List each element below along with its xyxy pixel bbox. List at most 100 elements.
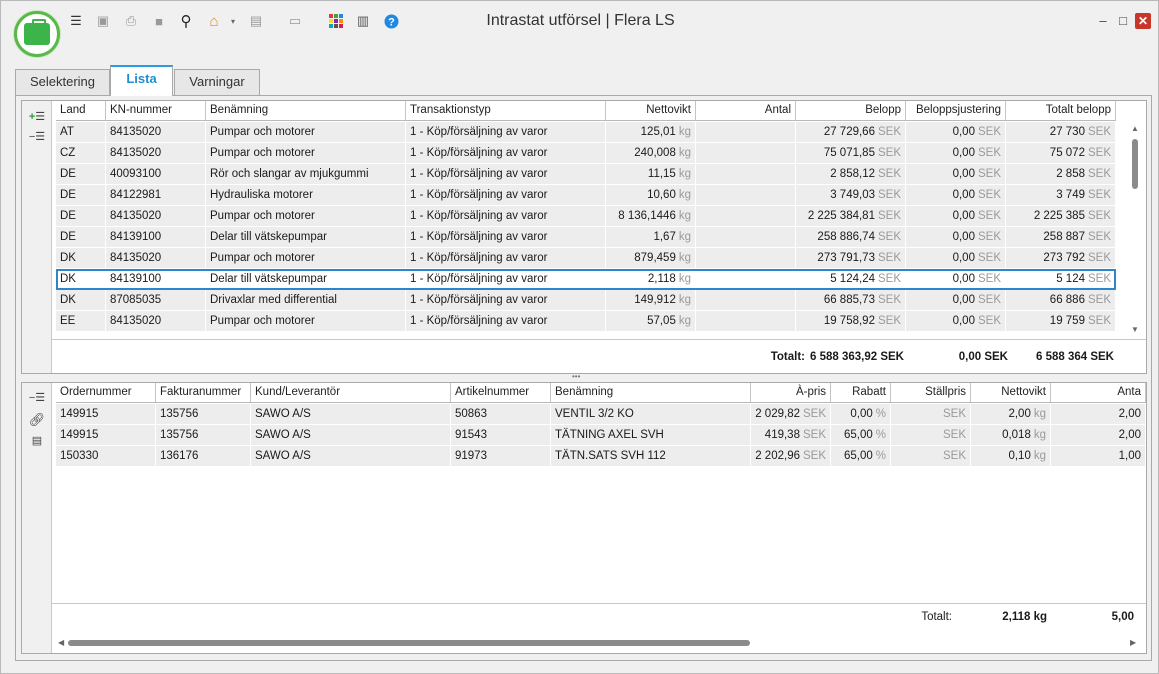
tab-varningar[interactable]: Varningar: [174, 69, 260, 95]
table-row[interactable]: DE 40093100 Rör och slangar av mjukgummi 1 …: [56, 164, 1116, 185]
column-header[interactable]: Belopp: [796, 101, 906, 120]
table-row[interactable]: 150330 136176 SAWO A/S 91973 TÄTN.SATS SVH 1…: [56, 446, 1146, 467]
stop-icon[interactable]: ■: [151, 13, 167, 29]
expand-all-icon[interactable]: +☰: [28, 110, 46, 126]
column-header[interactable]: À-pris: [751, 383, 831, 402]
column-header[interactable]: Kund/Leverantör: [251, 383, 451, 402]
table-row[interactable]: DK 87085035 Drivaxlar med differential 1 - …: [56, 290, 1116, 311]
window-title: Intrastat utförsel | Flera LS: [486, 12, 675, 29]
tab-lista[interactable]: Lista: [110, 65, 173, 96]
table-cell: 1 - Köp/försäljning av varor: [406, 206, 606, 226]
table-row[interactable]: 149915 135756 SAWO A/S 91543 TÄTNING AXEL SV…: [56, 425, 1146, 446]
bottom-horizontal-scrollbar[interactable]: ◀ ▶: [56, 637, 1142, 649]
column-header[interactable]: Anta: [1051, 383, 1146, 402]
grid-icon[interactable]: [328, 13, 344, 29]
table-cell: 66 886 SEK: [1006, 290, 1116, 310]
scroll-right-icon[interactable]: ▶: [1130, 638, 1136, 647]
column-header[interactable]: Rabatt: [831, 383, 891, 402]
cell-value: 2,118: [647, 273, 676, 285]
table-cell: 50863: [451, 404, 551, 424]
cell-value: 66 886: [1049, 294, 1085, 306]
table-cell: 2 029,82 SEK: [751, 404, 831, 424]
table-row[interactable]: DK 84135020 Pumpar och motorer 1 - Köp/förs…: [56, 248, 1116, 269]
column-header[interactable]: Benämning: [206, 101, 406, 120]
table-cell: 19 759 SEK: [1006, 311, 1116, 331]
scroll-up-icon[interactable]: ▲: [1131, 124, 1139, 133]
table-cell: 19 758,92 SEK: [796, 311, 906, 331]
collapse-all-icon[interactable]: −☰: [28, 130, 46, 146]
cell-value: 0,00: [952, 147, 975, 159]
link-icon[interactable]: 🔗︎: [28, 412, 46, 428]
title-bar: Intrastat utförsel | Flera LS ☰ ▣ ⎙ ■ ⚲ …: [1, 1, 1158, 47]
table-cell: 0,00 SEK: [906, 206, 1006, 226]
home-icon[interactable]: ⌂: [206, 13, 222, 30]
column-header[interactable]: Totalt belopp: [1006, 101, 1116, 120]
top-totals-belopp: 6 588 363,92 SEK: [810, 351, 904, 363]
column-header[interactable]: Antal: [696, 101, 796, 120]
cell-value: 0,00: [952, 189, 975, 201]
column-header[interactable]: Artikelnummer: [451, 383, 551, 402]
help-icon[interactable]: ?: [383, 13, 399, 29]
table-cell: 1 - Köp/försäljning av varor: [406, 164, 606, 184]
app-logo-icon[interactable]: [14, 11, 60, 57]
book-icon[interactable]: ▥: [355, 13, 371, 29]
document-list-icon[interactable]: ▤: [28, 434, 46, 450]
cell-value: 75 072: [1049, 147, 1085, 159]
table-row[interactable]: EE 84135020 Pumpar och motorer 1 - Köp/förs…: [56, 311, 1116, 332]
column-header[interactable]: Nettovikt: [606, 101, 696, 120]
column-header[interactable]: KN-nummer: [106, 101, 206, 120]
table-row[interactable]: DE 84139100 Delar till vätskepumpar 1 - Köp…: [56, 227, 1116, 248]
cell-value: 0,00: [952, 273, 975, 285]
table-row[interactable]: CZ 84135020 Pumpar och motorer 1 - Köp/förs…: [56, 143, 1116, 164]
table-row[interactable]: AT 84135020 Pumpar och motorer 1 - Köp/förs…: [56, 122, 1116, 143]
table-cell: 136176: [156, 446, 251, 466]
bottom-scroll-thumb[interactable]: [68, 640, 750, 646]
collapse-all-icon[interactable]: −☰: [28, 391, 46, 407]
cell-value: 2,00: [1008, 408, 1031, 420]
minimize-button[interactable]: –: [1095, 13, 1111, 29]
table-row[interactable]: DK 84139100 Delar till vätskepumpar 1 - Köp…: [56, 269, 1116, 290]
maximize-button[interactable]: □: [1115, 13, 1131, 29]
column-header[interactable]: Ordernummer: [56, 383, 156, 402]
top-scroll-thumb[interactable]: [1132, 139, 1138, 189]
column-header[interactable]: Fakturanummer: [156, 383, 251, 402]
cell-unit: SEK: [1087, 210, 1111, 222]
tab-selektering[interactable]: Selektering: [15, 69, 110, 95]
window-icon[interactable]: ▭: [287, 13, 303, 29]
column-header[interactable]: Nettovikt: [971, 383, 1051, 402]
cell-value: 57,05: [647, 315, 676, 327]
list-icon[interactable]: ☰: [68, 13, 84, 29]
column-header[interactable]: Beloppsjustering: [906, 101, 1006, 120]
cell-unit: SEK: [1087, 252, 1111, 264]
column-header[interactable]: Land: [56, 101, 106, 120]
table-cell: 0,00%: [831, 404, 891, 424]
scroll-down-icon[interactable]: ▼: [1131, 325, 1139, 334]
scroll-left-icon[interactable]: ◀: [58, 638, 64, 647]
close-button[interactable]: ✕: [1135, 13, 1151, 29]
splitter-handle[interactable]: •••: [572, 372, 580, 381]
column-header[interactable]: Transaktionstyp: [406, 101, 606, 120]
chevron-down-icon[interactable]: ▾: [225, 13, 241, 29]
cell-value: 65,00: [843, 429, 873, 441]
order-details-panel: −☰ 🔗︎ ▤ Ordernummer Fakturanummer Kund/Lev…: [21, 382, 1147, 654]
print-icon[interactable]: ⎙: [123, 13, 139, 29]
table-cell: 0,00 SEK: [906, 227, 1006, 247]
cell-value: 273 792: [1043, 252, 1085, 264]
search-icon[interactable]: ⚲: [178, 13, 194, 30]
table-cell: 0,00 SEK: [906, 122, 1006, 142]
cell-unit: SEK: [977, 210, 1001, 222]
cell-value: 2 202,96: [755, 450, 800, 462]
cell-unit: SEK: [1087, 189, 1111, 201]
column-header[interactable]: Ställpris: [891, 383, 971, 402]
save-icon[interactable]: ▣: [95, 13, 111, 29]
column-header[interactable]: Benämning: [551, 383, 751, 402]
table-row[interactable]: 149915 135756 SAWO A/S 50863 VENTIL 3/2 KO 2 …: [56, 404, 1146, 425]
table-row[interactable]: DE 84135020 Pumpar och motorer 1 - Köp/förs…: [56, 206, 1116, 227]
calculator-icon[interactable]: ▤: [248, 13, 264, 29]
table-row[interactable]: DE 84122981 Hydrauliska motorer 1 - Köp/för…: [56, 185, 1116, 206]
cell-unit: SEK: [1087, 168, 1111, 180]
cell-unit: SEK: [977, 147, 1001, 159]
cell-unit: SEK: [977, 189, 1001, 201]
cell-unit: kg: [678, 294, 691, 306]
top-vertical-scrollbar[interactable]: ▲ ▼: [1128, 123, 1142, 337]
